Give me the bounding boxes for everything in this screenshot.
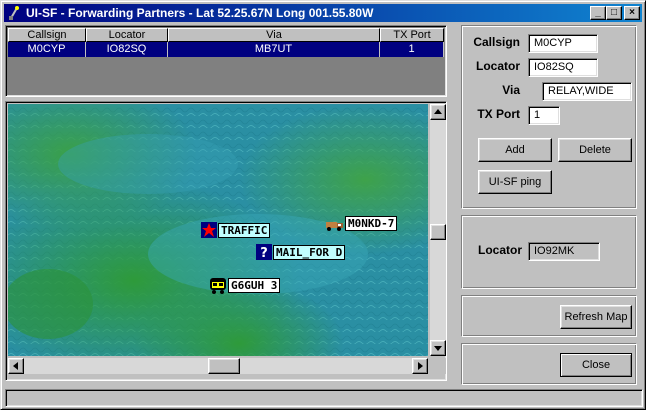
scroll-down-button[interactable] [430,340,446,356]
map-label-m0nkd-7[interactable]: M0NKD-7 [345,216,398,231]
status-bar [5,389,643,407]
txport-label: TX Port [477,107,520,121]
window-title: UI-SF - Forwarding Partners - Lat 52.25.… [26,6,374,20]
add-button[interactable]: Add [478,138,552,162]
map-frame: TRAFFIC ? MAIL_FOR D M0NKD-7 G6GUH 3 [5,101,447,381]
via-input[interactable]: RELAY,WIDE [542,82,632,101]
terrain-map[interactable]: TRAFFIC ? MAIL_FOR D M0NKD-7 G6GUH 3 [8,104,428,356]
locator-panel-label: Locator [477,243,522,257]
close-window-button[interactable]: × [624,6,640,20]
truck-icon[interactable] [326,216,343,232]
scroll-left-button[interactable] [8,358,24,374]
locator-input[interactable]: IO82SQ [528,58,598,77]
refresh-map-button[interactable]: Refresh Map [560,305,632,329]
scroll-thumb-horizontal[interactable] [208,358,240,374]
callsign-input[interactable]: M0CYP [528,34,598,53]
arrow-left-icon [13,362,18,370]
grid-header: Callsign Locator Via TX Port [8,28,444,42]
cell-locator: IO82SQ [86,42,168,57]
txport-input[interactable]: 1 [528,106,560,125]
main-window: UI-SF - Forwarding Partners - Lat 52.25.… [0,0,646,410]
scroll-thumb-vertical[interactable] [430,224,446,240]
map-vertical-scrollbar[interactable] [430,104,446,356]
cell-callsign: M0CYP [8,42,86,57]
table-row[interactable]: M0CYP IO82SQ MB7UT 1 [8,42,444,57]
partner-edit-group: Callsign M0CYP Locator IO82SQ Via RELAY,… [461,25,637,209]
close-group: Close [461,343,637,385]
map-horizontal-scrollbar[interactable] [8,358,428,374]
maximize-icon: □ [610,7,618,18]
cell-via: MB7UT [168,42,380,57]
scroll-right-button[interactable] [412,358,428,374]
scroll-up-button[interactable] [430,104,446,120]
minimize-icon: _ [595,7,601,18]
callsign-label: Callsign [473,35,520,49]
locator-readonly-field: IO92MK [528,242,600,261]
question-mark-icon[interactable]: ? [256,244,272,261]
close-icon: × [629,7,635,18]
map-label-traffic[interactable]: TRAFFIC [218,223,271,238]
title-bar[interactable]: UI-SF - Forwarding Partners - Lat 52.25.… [4,4,642,22]
column-header-locator[interactable]: Locator [86,28,168,42]
arrow-down-icon [434,346,442,351]
locator-group: Locator IO92MK [461,215,637,289]
maximize-button[interactable]: □ [606,6,622,20]
bus-icon[interactable] [209,276,226,294]
ui-sf-ping-button[interactable]: UI-SF ping [478,170,552,194]
app-icon [6,5,22,21]
red-star-icon[interactable] [201,222,217,238]
partners-grid[interactable]: Callsign Locator Via TX Port M0CYP IO82S… [5,25,447,97]
cell-txport: 1 [380,42,444,57]
via-label: Via [502,83,520,97]
delete-button[interactable]: Delete [558,138,632,162]
close-button[interactable]: Close [560,353,632,377]
map-label-g6guh[interactable]: G6GUH 3 [228,278,281,293]
column-header-via[interactable]: Via [168,28,380,42]
map-label-mail-for[interactable]: MAIL_FOR D [273,245,346,260]
arrow-up-icon [434,109,442,114]
locator-label: Locator [475,59,520,73]
refresh-group: Refresh Map [461,295,637,337]
column-header-callsign[interactable]: Callsign [8,28,86,42]
column-header-txport[interactable]: TX Port [380,28,444,42]
minimize-button[interactable]: _ [590,6,606,20]
scroll-corner [430,358,446,374]
svg-text:?: ? [260,246,268,260]
arrow-right-icon [418,362,423,370]
